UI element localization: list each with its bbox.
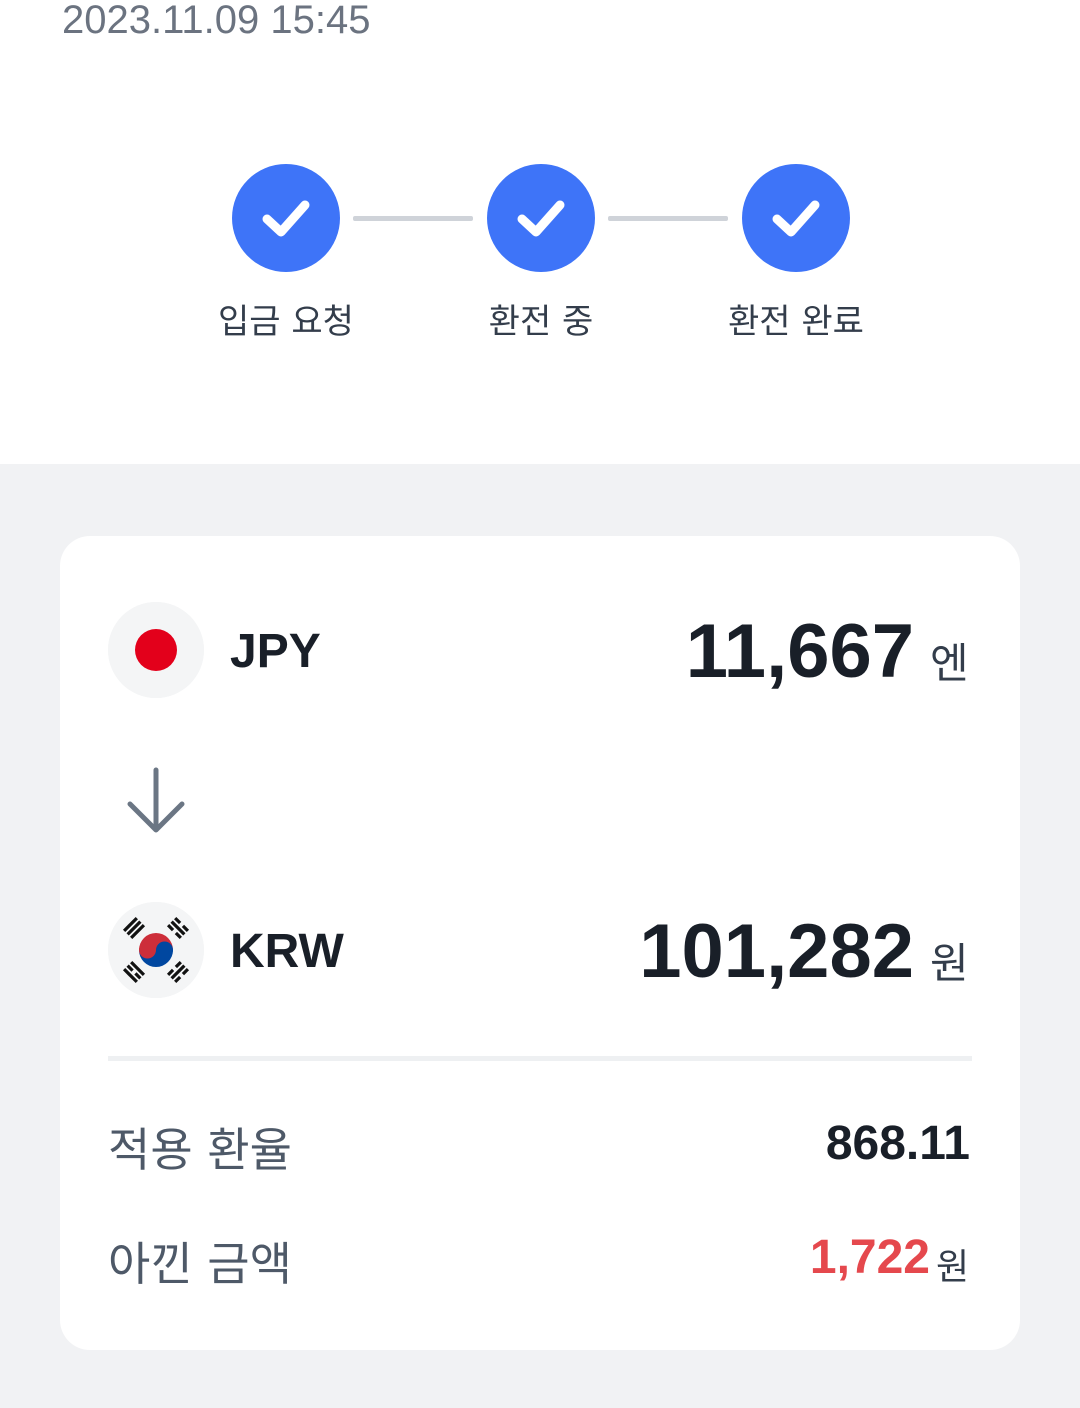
check-icon bbox=[517, 200, 565, 237]
to-currency-code: KRW bbox=[230, 925, 344, 978]
saved-amount-label: 아낀 금액 bbox=[108, 1237, 292, 1291]
step-3-label: 환전 완료 bbox=[728, 302, 864, 342]
saved-amount-unit: 원 bbox=[936, 1247, 970, 1288]
step-2-circle bbox=[487, 164, 595, 272]
from-currency-code: JPY bbox=[230, 625, 321, 678]
progress-stepper: 입금 요청 환전 중 환전 완료 bbox=[0, 0, 1080, 464]
arrow-down-icon bbox=[124, 766, 188, 836]
from-amount: 11,667 bbox=[685, 609, 914, 694]
to-amount: 101,282 bbox=[639, 909, 914, 994]
japan-flag-icon bbox=[108, 602, 204, 698]
step-connector-2 bbox=[608, 216, 728, 221]
step-1-circle bbox=[232, 164, 340, 272]
to-amount-unit: 원 bbox=[930, 939, 969, 988]
step-2-label: 환전 중 bbox=[488, 302, 594, 342]
check-icon bbox=[262, 200, 310, 237]
applied-rate-label: 적용 환율 bbox=[108, 1123, 292, 1177]
step-1-label: 입금 요청 bbox=[218, 302, 354, 342]
saved-amount-value: 1,722 bbox=[809, 1231, 930, 1284]
korea-flag-icon bbox=[108, 902, 204, 998]
check-icon bbox=[772, 200, 820, 237]
applied-rate-value: 868.11 bbox=[825, 1117, 970, 1170]
step-3-circle bbox=[742, 164, 850, 272]
step-connector-1 bbox=[353, 216, 473, 221]
card-divider bbox=[108, 1056, 972, 1061]
top-section: 2023.11.09 15:45 입금 요청 환전 중 환전 완료 bbox=[0, 0, 1080, 464]
from-amount-unit: 엔 bbox=[930, 639, 969, 688]
